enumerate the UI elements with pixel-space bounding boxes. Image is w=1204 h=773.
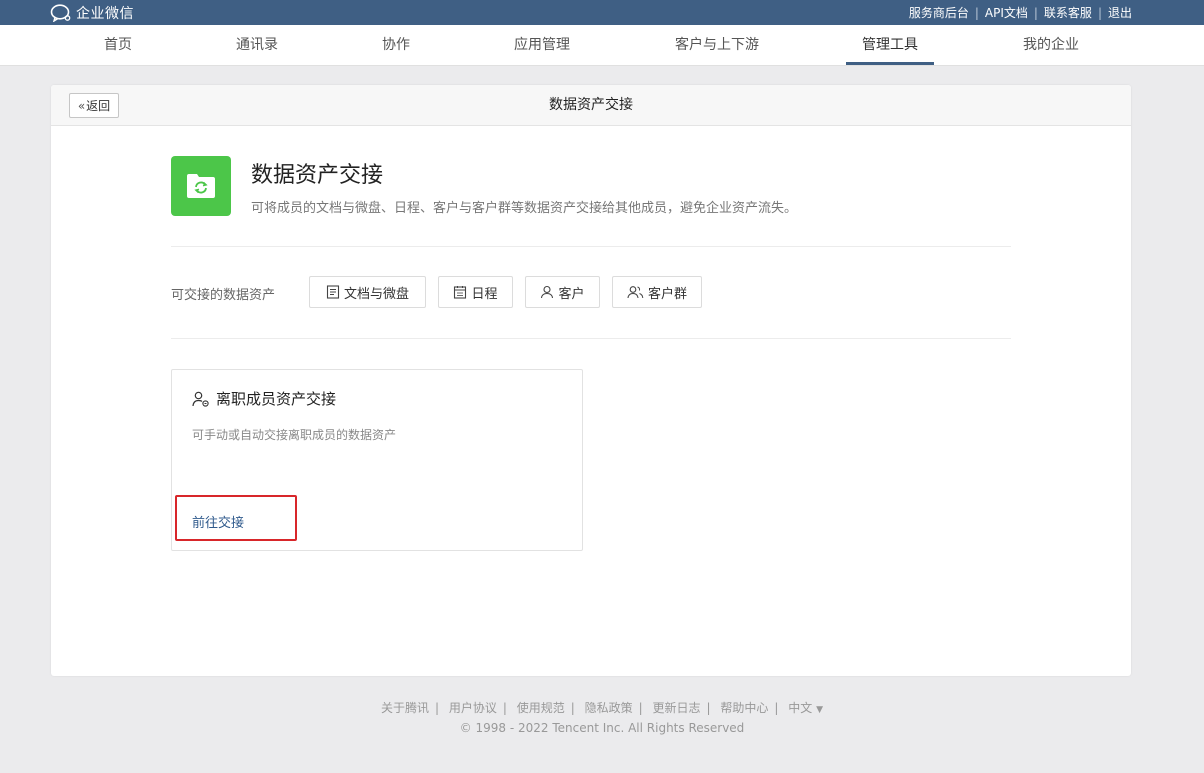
footer-link-help-center[interactable]: 帮助中心 [720,701,768,715]
copyright: © 1998 - 2022 Tencent Inc. All Rights Re… [459,721,745,735]
app-title: 数据资产交接 [251,163,384,188]
data-handover-app-icon [171,156,231,216]
divider: | [570,701,575,715]
service-provider-link[interactable]: 服务商后台 [909,4,969,21]
app-description: 可将成员的文档与微盘、日程、客户与客户群等数据资产交接给其他成员，避免企业资产流… [251,201,798,216]
wecom-logo-icon [50,3,71,22]
asset-tag-label: 日程 [471,286,498,302]
nav-customers-partners[interactable]: 客户与上下游 [664,25,770,65]
divider: | [434,701,439,715]
nav-home[interactable]: 首页 [94,25,142,65]
nav-my-company[interactable]: 我的企业 [1014,25,1088,65]
document-icon [326,285,340,299]
card-description: 可手动或自动交接离职成员的数据资产 [192,428,397,442]
calendar-icon [454,286,467,299]
divider [171,246,1011,247]
language-label: 中文 [788,701,813,715]
footer-links: 关于腾讯 | 用户协议 | 使用规范 | 隐私政策 | 更新日志 | 帮助中心 | 中文 ▼ [0,699,1204,716]
logout-link[interactable]: 退出 [1108,4,1132,21]
contact-support-link[interactable]: 联系客服 [1044,4,1092,21]
footer-link-changelog[interactable]: 更新日志 [653,701,701,715]
nav-app-management[interactable]: 应用管理 [506,25,578,65]
group-icon [627,286,644,299]
divider: | [774,701,779,715]
footer-link-usage-rules[interactable]: 使用规范 [517,701,565,715]
footer-link-about[interactable]: 关于腾讯 [381,701,429,715]
nav-management-tools[interactable]: 管理工具 [846,25,934,65]
back-label: 返回 [86,99,111,113]
language-selector[interactable]: 中文 ▼ [788,701,823,715]
asset-tag-label: 客户群 [647,286,687,302]
asset-tag-customer-groups[interactable]: 客户群 [612,276,702,308]
double-chevron-left-icon: « [77,98,86,113]
logo[interactable]: 企业微信 [50,0,134,25]
content-panel: 数据资产交接 « 返回 数据资产交接 可将成员的文档与微盘、日程、客户与客户群等… [51,85,1131,676]
divider: | [502,701,507,715]
card-title: 离职成员资产交接 [192,388,336,409]
nav-contacts[interactable]: 通讯录 [228,25,286,65]
divider: | [1097,5,1102,20]
asset-tag-label: 客户 [558,286,585,302]
logo-text: 企业微信 [76,5,134,22]
asset-tag-customers[interactable]: 客户 [525,276,600,308]
assets-label: 可交接的数据资产 [171,288,276,303]
divider: | [1033,5,1038,20]
main-nav: 首页 通讯录 协作 应用管理 客户与上下游 管理工具 我的企业 [0,25,1204,66]
footer-link-user-agreement[interactable]: 用户协议 [449,701,497,715]
asset-tag-calendar[interactable]: 日程 [438,276,513,308]
divider: | [706,701,711,715]
divider [171,338,1011,339]
departed-member-handover-card: 离职成员资产交接 可手动或自动交接离职成员的数据资产 前往交接 [171,369,583,551]
person-transfer-icon [192,391,209,407]
go-handover-link[interactable]: 前往交接 [192,512,244,531]
top-bar: 企业微信 服务商后台 | API文档 | 联系客服 | 退出 [0,0,1204,25]
panel-title: 数据资产交接 [549,97,633,113]
footer-link-privacy[interactable]: 隐私政策 [585,701,633,715]
caret-down-icon: ▼ [816,705,824,715]
asset-tag-documents[interactable]: 文档与微盘 [309,276,426,308]
divider: | [638,701,643,715]
back-button[interactable]: « 返回 [69,93,119,118]
nav-collaboration[interactable]: 协作 [372,25,420,65]
divider: | [974,5,979,20]
api-docs-link[interactable]: API文档 [985,4,1028,21]
top-links: 服务商后台 | API文档 | 联系客服 | 退出 [909,0,1132,25]
asset-tag-label: 文档与微盘 [343,286,409,302]
person-icon [541,285,554,299]
folder-sync-icon [187,174,215,198]
panel-header: 数据资产交接 « 返回 [51,85,1131,126]
card-title-text: 离职成员资产交接 [216,390,337,408]
